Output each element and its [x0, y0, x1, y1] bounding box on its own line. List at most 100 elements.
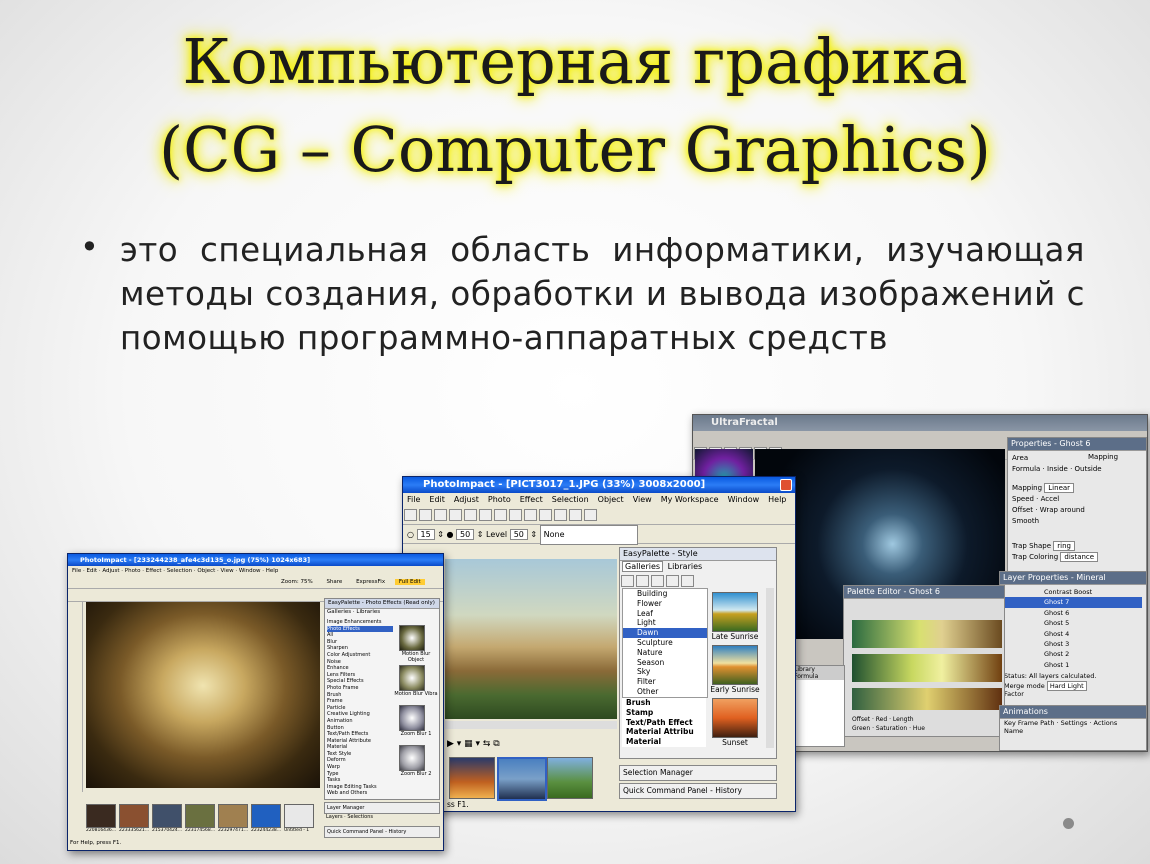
- small-tab-galleries[interactable]: Galleries: [327, 609, 351, 615]
- layer-manager-panel[interactable]: Layer Manager: [324, 802, 440, 814]
- formula-tab[interactable]: Formula: [794, 673, 844, 680]
- swatch-late-sunrise[interactable]: [712, 592, 758, 632]
- view-icon[interactable]: [621, 575, 634, 587]
- small-tree-item[interactable]: Warp: [327, 764, 393, 771]
- small-tab-libraries[interactable]: Libraries: [356, 609, 380, 615]
- tab-inside[interactable]: Inside: [1047, 465, 1068, 473]
- filmstrip-thumb[interactable]: [86, 804, 116, 828]
- swatch-sunset[interactable]: [712, 698, 758, 738]
- print-icon[interactable]: [449, 509, 462, 521]
- expressfix-button[interactable]: ExpressFix: [356, 579, 385, 585]
- redo-icon[interactable]: [539, 509, 552, 521]
- selection-manager-panel[interactable]: Selection Manager: [619, 765, 777, 781]
- filmstrip-thumb[interactable]: [284, 804, 314, 828]
- selections-tab[interactable]: Selections: [347, 814, 373, 820]
- fractal-layer-item[interactable]: Ghost 4: [1004, 629, 1142, 639]
- film-thumb-2[interactable]: [497, 757, 547, 801]
- trap-coloring-select[interactable]: distance: [1060, 552, 1099, 562]
- thumb-motion-blur-vibra[interactable]: [399, 665, 425, 691]
- category-list[interactable]: Building Flower Leaf Light Dawn Sculpture Natu…: [622, 588, 708, 698]
- style-select[interactable]: None: [539, 525, 638, 545]
- share-button[interactable]: Share: [326, 579, 342, 585]
- new-file-icon[interactable]: [404, 509, 417, 521]
- small-tree-item[interactable]: Animation: [327, 718, 393, 725]
- zoom-select[interactable]: Zoom: 75%: [281, 579, 313, 585]
- menu-item-help[interactable]: Help: [768, 495, 786, 504]
- category-item[interactable]: Season: [623, 658, 707, 668]
- small-tree-item[interactable]: Text Style: [327, 751, 393, 758]
- menu-item-view[interactable]: View: [633, 495, 652, 504]
- swatch-early-sunrise[interactable]: [712, 645, 758, 685]
- small-tree-item[interactable]: Photo Effects: [327, 625, 393, 633]
- menu-item-selection[interactable]: Selection: [552, 495, 589, 504]
- small-tree-item[interactable]: Creative Lighting: [327, 711, 393, 718]
- filmstrip-item[interactable]: 223174568...: [185, 804, 215, 833]
- fractal-layer-item[interactable]: Ghost 5: [1004, 618, 1142, 628]
- menu-item-file[interactable]: File: [407, 495, 420, 504]
- opacity-field[interactable]: 50: [456, 529, 475, 540]
- menu-item-window[interactable]: Window: [728, 495, 760, 504]
- paste-icon[interactable]: [494, 509, 507, 521]
- small-tree-item[interactable]: Material: [327, 744, 393, 751]
- thumb-zoom-blur-1[interactable]: [399, 705, 425, 731]
- small-tree[interactable]: Image Enhancements Photo Effects All Blur Sh…: [327, 619, 393, 797]
- copy-icon[interactable]: [479, 509, 492, 521]
- filmstrip-item[interactable]: 215370424...: [152, 804, 182, 833]
- tree-item[interactable]: Material: [622, 737, 706, 747]
- wrap-checkbox[interactable]: Wrap around: [1040, 506, 1085, 514]
- tree-item[interactable]: Brush: [622, 698, 706, 708]
- rotate-icon[interactable]: [554, 509, 567, 521]
- tree-item[interactable]: Stamp: [622, 708, 706, 718]
- trap-shape-select[interactable]: ring: [1053, 541, 1075, 551]
- small-tree-item[interactable]: Enhance: [327, 665, 393, 672]
- small-tree-item[interactable]: Frame: [327, 698, 393, 705]
- filmstrip-thumb[interactable]: [218, 804, 248, 828]
- category-item[interactable]: Sky: [623, 667, 707, 677]
- view-icon[interactable]: [636, 575, 649, 587]
- mapping-select[interactable]: Linear: [1044, 483, 1075, 493]
- small-tree-item[interactable]: All: [327, 632, 393, 639]
- close-icon[interactable]: [780, 479, 792, 491]
- settings-tab[interactable]: Settings: [1061, 719, 1088, 727]
- thumb-zoom-blur-2[interactable]: [399, 745, 425, 771]
- folder-icon[interactable]: [651, 575, 664, 587]
- small-tree-item[interactable]: Web and Others: [327, 790, 393, 797]
- filmstrip-thumb[interactable]: [152, 804, 182, 828]
- small-tree-item[interactable]: Text/Path Effects: [327, 731, 393, 738]
- fractal-layer-item[interactable]: Ghost 7: [1004, 597, 1142, 608]
- menu-item-edit[interactable]: Edit: [429, 495, 445, 504]
- small-tree-item[interactable]: Special Effects: [327, 678, 393, 685]
- cut-icon[interactable]: [464, 509, 477, 521]
- film-thumb-1[interactable]: [449, 757, 495, 799]
- brush-size-field[interactable]: 15: [416, 529, 435, 540]
- small-tree-item[interactable]: Blur: [327, 639, 393, 646]
- keyframe-tab[interactable]: Key Frame Path: [1004, 719, 1054, 727]
- fractal-layer-item[interactable]: Ghost 2: [1004, 649, 1142, 659]
- small-tree-item[interactable]: Photo Frame: [327, 685, 393, 692]
- small-tree-item[interactable]: Button: [327, 725, 393, 732]
- category-item[interactable]: Flower: [623, 599, 707, 609]
- gradient-bar-1[interactable]: [852, 620, 1002, 648]
- zoom-icon[interactable]: [584, 509, 597, 521]
- small-tree-item[interactable]: Noise: [327, 659, 393, 666]
- small-tree-item[interactable]: Lens Filters: [327, 672, 393, 679]
- small-tree-item[interactable]: Tasks: [327, 777, 393, 784]
- filmstrip-thumb[interactable]: [119, 804, 149, 828]
- fractal-layer-item[interactable]: Ghost 3: [1004, 639, 1142, 649]
- undo-icon[interactable]: [524, 509, 537, 521]
- filmstrip-thumb[interactable]: [251, 804, 281, 828]
- canvas-scrollbar[interactable]: [445, 721, 617, 729]
- save-icon[interactable]: [434, 509, 447, 521]
- tree-item[interactable]: Text/Path Effect: [622, 718, 706, 728]
- tab-libraries[interactable]: Libraries: [666, 562, 705, 571]
- small-tree-item[interactable]: Image Editing Tasks: [327, 784, 393, 791]
- resize-icon[interactable]: [569, 509, 582, 521]
- tab-outside[interactable]: Outside: [1075, 465, 1102, 473]
- category-item[interactable]: Leaf: [623, 609, 707, 619]
- category-item[interactable]: Other: [623, 687, 707, 697]
- small-history-panel[interactable]: Quick Command Panel - History: [324, 826, 440, 838]
- category-item[interactable]: Nature: [623, 648, 707, 658]
- fractal-layer-item[interactable]: Ghost 1: [1004, 660, 1142, 670]
- thumb-motion-blur-object[interactable]: [399, 625, 425, 651]
- library-tab[interactable]: Library: [794, 666, 844, 673]
